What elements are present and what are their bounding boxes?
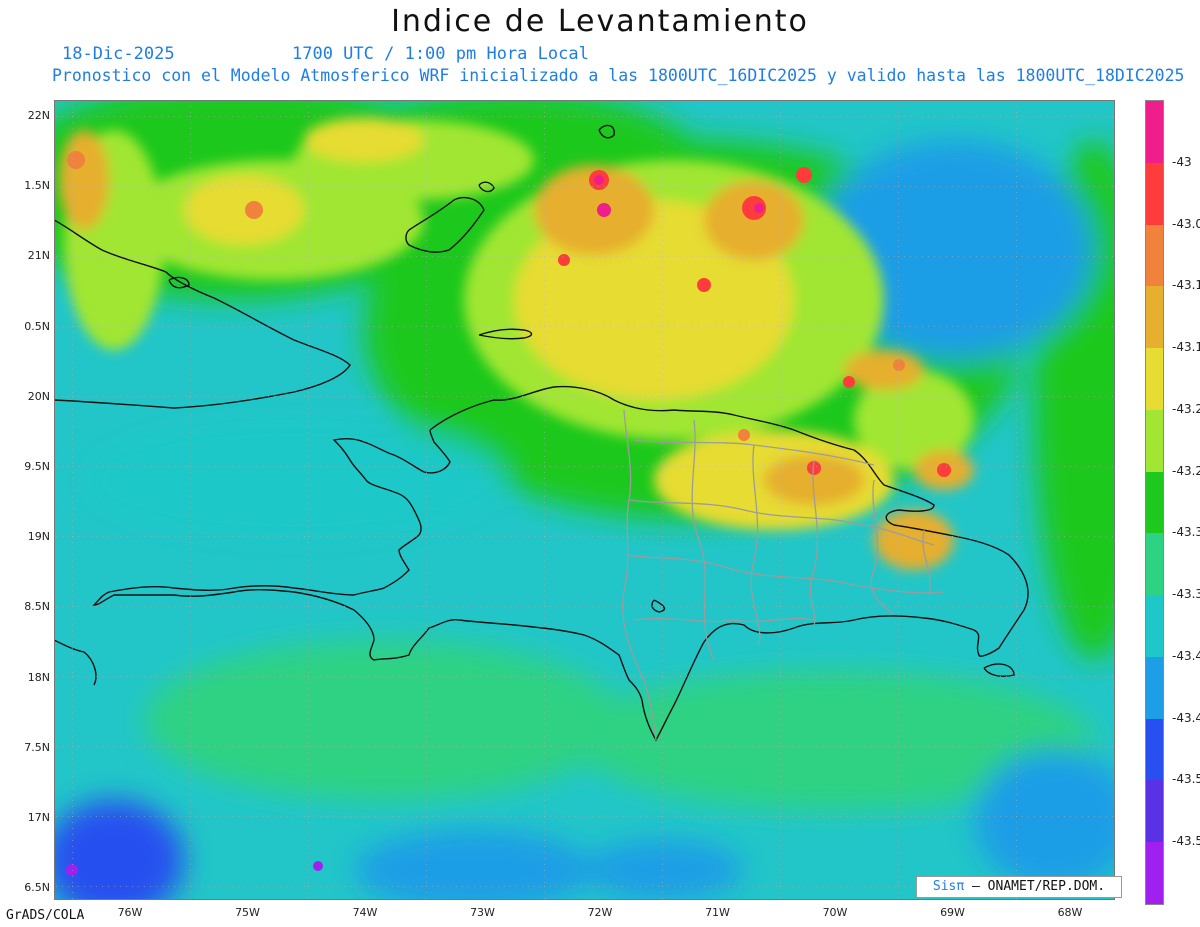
colorbar-segment [1146, 348, 1163, 411]
forecast-date: 18-Dic-2025 [62, 44, 175, 64]
colorbar-label: -43.5 [1172, 834, 1200, 849]
colorbar-segment [1146, 471, 1163, 534]
colorbar-label: -43 [1172, 154, 1192, 169]
latitude-label: 8.5N [24, 600, 50, 614]
colorbar-label: -43.3 [1172, 525, 1200, 540]
latitude-label: 6.5N [24, 881, 50, 895]
latitude-label: 18N [27, 670, 50, 684]
latitude-label: 21N [27, 249, 50, 263]
credit-brand: Sisπ [932, 879, 965, 894]
colorbar-segment [1146, 286, 1163, 349]
colorbar-segment [1146, 656, 1163, 719]
latitude-label: 20N [27, 389, 50, 403]
longitude-label: 73W [470, 906, 495, 919]
software-label: GrADS/COLA [6, 908, 85, 923]
colorbar-label: -43.2 [1172, 463, 1200, 478]
colorbar-label: -43.1 [1172, 278, 1200, 293]
longitude-label: 72W [587, 906, 613, 919]
map-title: Indice de Levantamiento [391, 4, 809, 39]
colorbar-segment [1146, 595, 1163, 658]
credit-box: Sisπ – ONAMET/REP.DOM. [916, 876, 1122, 898]
longitude-label: 71W [705, 906, 730, 919]
colorbar-label: -43.5 [1172, 772, 1200, 787]
longitude-label: 74W [352, 906, 378, 919]
latitude-label: 17N [27, 811, 50, 824]
longitude-label: 68W [1057, 906, 1083, 919]
latitude-label: 19N [27, 530, 50, 544]
colorbar-label: -43.4 [1172, 710, 1200, 725]
colorbar-segment [1146, 409, 1163, 472]
model-description: Pronostico con el Modelo Atmosferico WRF… [52, 66, 1185, 85]
colorbar-label: -43.0 [1172, 216, 1200, 231]
colorbar-segment [1146, 224, 1163, 287]
colorbar-segment [1146, 780, 1163, 843]
longitude-label: 70W [822, 906, 848, 919]
colorbar-segment [1146, 842, 1163, 905]
longitude-label: 69W [940, 906, 965, 919]
colorbar-segment [1146, 101, 1163, 163]
latitude-label: 9.5N [24, 460, 50, 473]
forecast-time: 1700 UTC / 1:00 pm Hora Local [292, 44, 589, 64]
latitude-label: 7.5N [24, 740, 50, 754]
colorbar-label: -43.3 [1172, 587, 1200, 602]
lifted-index-map [54, 100, 1115, 900]
credit-org: – ONAMET/REP.DOM. [972, 879, 1106, 894]
longitude-label: 76W [117, 906, 143, 919]
latitude-label: 22N [27, 109, 50, 122]
colorbar-label: -43.2 [1172, 401, 1200, 416]
colorbar-segment [1146, 533, 1163, 596]
colorbar-label: -43.4 [1172, 648, 1200, 663]
colorbar-segment [1146, 162, 1163, 225]
colorbar-segment [1146, 718, 1163, 781]
map-grid [54, 100, 1115, 900]
latitude-label: 1.5N [24, 179, 50, 193]
longitude-label: 75W [235, 906, 260, 919]
colorbar [1145, 100, 1164, 905]
colorbar-label: -43.1 [1172, 340, 1200, 355]
latitude-label: 0.5N [24, 319, 50, 333]
